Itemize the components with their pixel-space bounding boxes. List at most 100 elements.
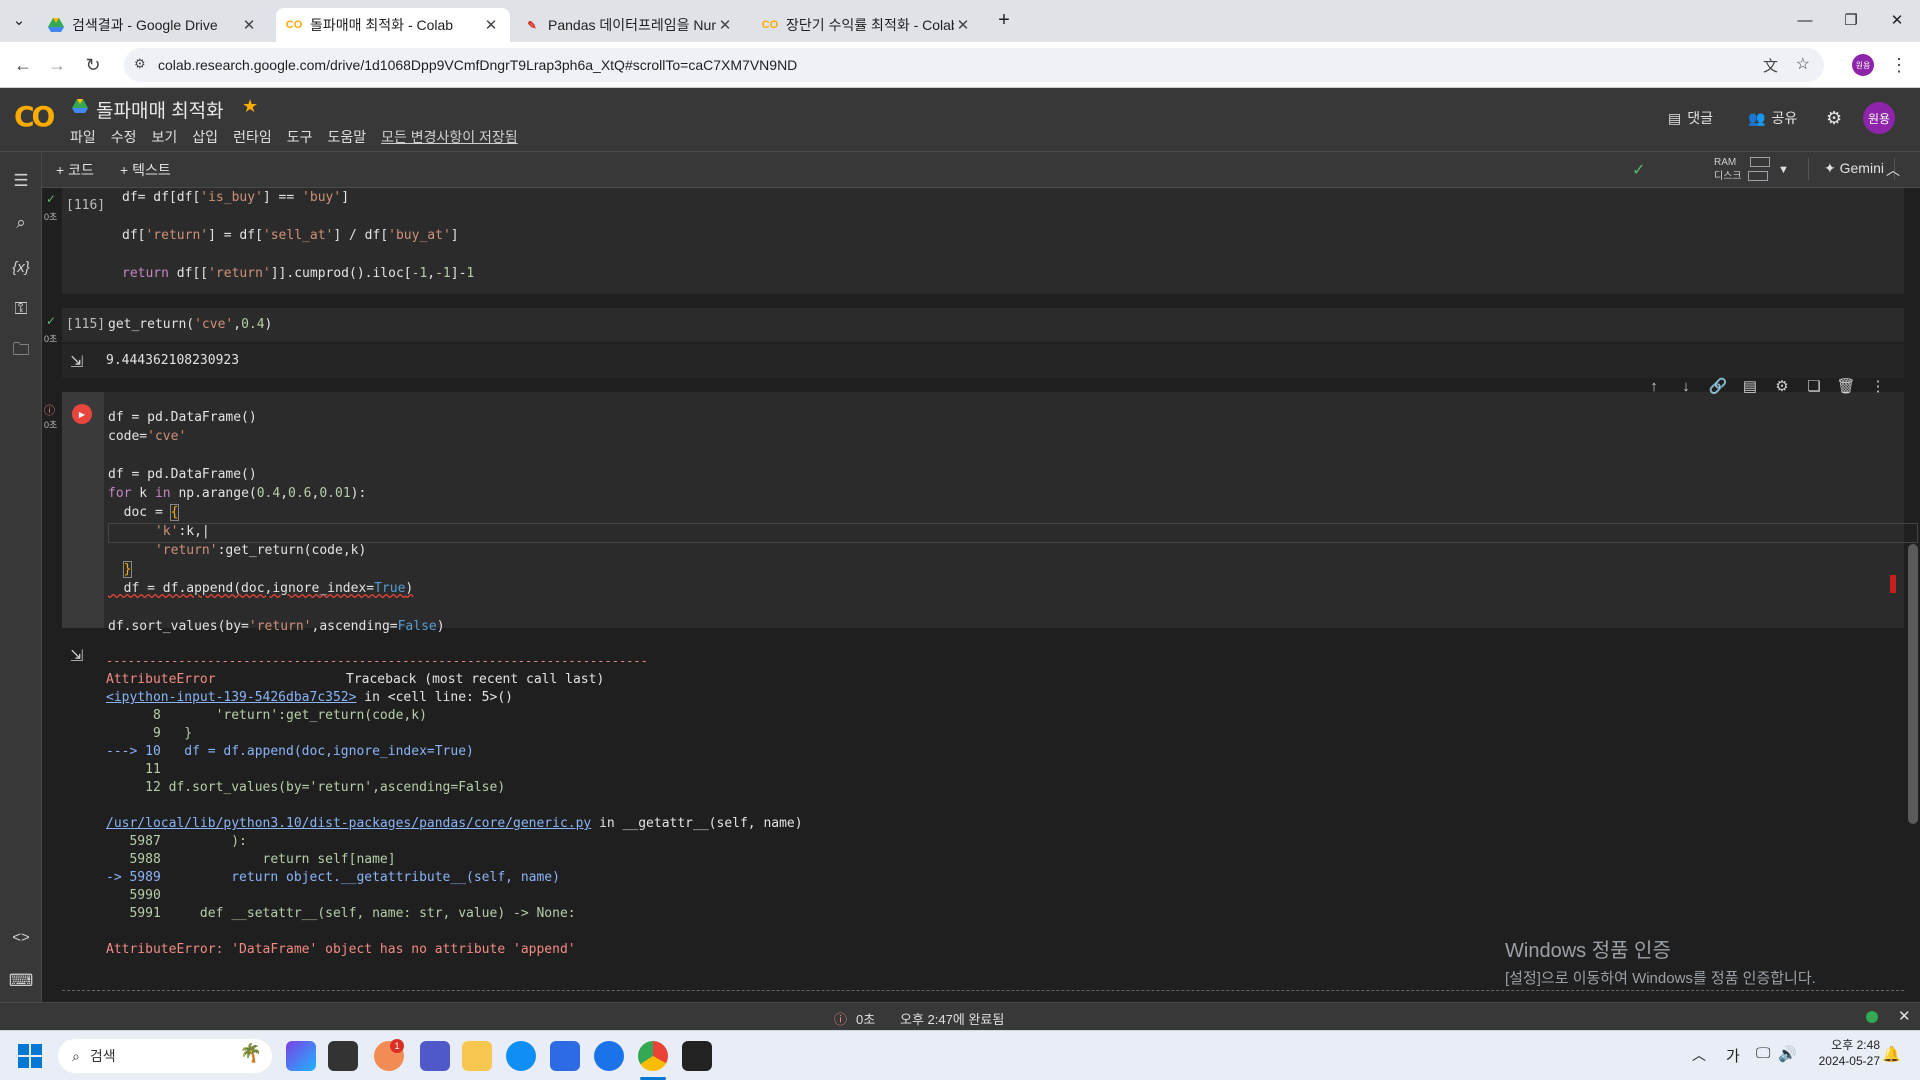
- store-icon[interactable]: [550, 1041, 580, 1071]
- menu-file[interactable]: 파일: [70, 127, 96, 147]
- bookmark-star-icon[interactable]: ☆: [1796, 54, 1810, 74]
- close-status-icon[interactable]: ✕: [1898, 1007, 1911, 1025]
- menu-help[interactable]: 도움말: [327, 127, 366, 147]
- code-line[interactable]: return df[['return']].cumprod().iloc[-1,…: [122, 266, 474, 281]
- toc-icon[interactable]: ☰: [8, 168, 34, 194]
- save-status[interactable]: 모든 변경사항이 저장됨: [381, 127, 518, 147]
- app-icon[interactable]: [594, 1041, 624, 1071]
- output-toggle-icon[interactable]: ⇲: [70, 352, 83, 372]
- gemini-button[interactable]: ✦ Gemini: [1824, 160, 1884, 177]
- code-line[interactable]: for k in np.arange(0.4,0.6,0.01):: [108, 486, 366, 501]
- menu-view[interactable]: 보기: [152, 127, 178, 147]
- url-input[interactable]: ⚙ colab.research.google.com/drive/1d1068…: [124, 48, 1824, 82]
- key-icon[interactable]: ⚿: [8, 296, 34, 322]
- new-tab-button[interactable]: +: [986, 0, 1022, 40]
- add-code-button[interactable]: + 코드: [56, 160, 94, 180]
- ipython-input-link[interactable]: <ipython-input-139-5426dba7c352>: [106, 690, 356, 705]
- minimize-icon[interactable]: —: [1782, 0, 1828, 40]
- move-down-icon[interactable]: ↓: [1676, 376, 1696, 396]
- network-icon[interactable]: 🖵: [1756, 1045, 1770, 1062]
- reload-icon[interactable]: ↻: [78, 50, 108, 80]
- notebook-title[interactable]: 돌파매매 최적화: [96, 96, 224, 123]
- tab-colab-active[interactable]: CO 돌파매매 최적화 - Colab ✕: [276, 8, 510, 42]
- code-line[interactable]: get_return('cve',0.4): [108, 317, 272, 332]
- code-line[interactable]: df['return'] = df['sell_at'] / df['buy_a…: [122, 228, 459, 243]
- run-cell-icon[interactable]: ▶: [72, 404, 92, 424]
- notebook-area[interactable]: ✓ 0초 [116] df= df[df['is_buy'] == 'buy']…: [42, 188, 1920, 1000]
- variables-icon[interactable]: {x}: [8, 254, 34, 280]
- close-tab-icon[interactable]: ✕: [482, 16, 500, 34]
- more-icon[interactable]: ⋮: [1868, 376, 1888, 396]
- chrome-icon[interactable]: [638, 1041, 668, 1071]
- elapsed-time[interactable]: 0초: [856, 1009, 875, 1028]
- menu-runtime[interactable]: 런타임: [233, 127, 272, 147]
- ram-disk-indicator[interactable]: RAM 디스크: [1714, 156, 1771, 184]
- file-manager-icon[interactable]: [328, 1041, 358, 1071]
- profile-avatar[interactable]: 원용: [1852, 54, 1874, 76]
- menu-insert[interactable]: 삽입: [192, 127, 218, 147]
- settings-gear-icon[interactable]: ⚙: [1826, 108, 1842, 129]
- tab-colab-2[interactable]: CO 장단기 수익률 최적화 - Colab ✕: [752, 8, 982, 42]
- code-line[interactable]: df= df[df['is_buy'] == 'buy']: [122, 190, 349, 205]
- teams-icon[interactable]: [420, 1041, 450, 1071]
- code-line[interactable]: code='cve': [108, 429, 186, 444]
- code-line[interactable]: doc = {: [108, 504, 180, 521]
- code-cell-115[interactable]: [62, 308, 1904, 342]
- edge-icon[interactable]: [506, 1041, 536, 1071]
- avatar[interactable]: 원용: [1863, 102, 1895, 134]
- code-line-error[interactable]: df = df.append(doc,ignore_index=True): [108, 581, 414, 596]
- copilot-icon[interactable]: [286, 1041, 316, 1071]
- video-app-icon[interactable]: [682, 1041, 712, 1071]
- output-toggle-icon[interactable]: ⇲: [70, 646, 83, 666]
- cell-settings-icon[interactable]: ⚙: [1772, 376, 1792, 396]
- folder-icon[interactable]: [462, 1041, 492, 1071]
- comment-icon[interactable]: ▤: [1740, 376, 1760, 396]
- menu-edit[interactable]: 수정: [111, 127, 137, 147]
- forward-icon[interactable]: →: [42, 50, 72, 80]
- command-palette-icon[interactable]: ⌨: [8, 968, 34, 994]
- move-up-icon[interactable]: ↑: [1644, 376, 1664, 396]
- close-tab-icon[interactable]: ✕: [954, 16, 972, 34]
- close-tab-icon[interactable]: ✕: [716, 16, 734, 34]
- code-line[interactable]: }: [108, 561, 133, 578]
- collapse-header-icon[interactable]: ︿: [1886, 160, 1900, 180]
- generic-py-link[interactable]: /usr/local/lib/python3.10/dist-packages/…: [106, 816, 591, 831]
- tray-overflow-icon[interactable]: ︿: [1692, 1045, 1706, 1065]
- site-settings-icon[interactable]: ⚙: [134, 56, 146, 72]
- taskbar-search[interactable]: ⌕ 검색 🌴: [58, 1039, 272, 1073]
- volume-icon[interactable]: 🔊: [1778, 1045, 1797, 1063]
- add-text-button[interactable]: + 텍스트: [120, 160, 171, 180]
- notebook-scrollbar[interactable]: [1908, 544, 1918, 824]
- link-icon[interactable]: 🔗: [1708, 376, 1728, 396]
- search-icon[interactable]: ⌕: [8, 210, 34, 236]
- restore-icon[interactable]: ❐: [1828, 0, 1874, 40]
- back-icon[interactable]: ←: [8, 50, 38, 80]
- delete-icon[interactable]: 🗑: [1836, 376, 1856, 396]
- tab-search-icon[interactable]: ⌄: [0, 0, 38, 40]
- input-language[interactable]: 가: [1726, 1045, 1740, 1066]
- share-button[interactable]: 👥 공유: [1748, 108, 1797, 128]
- translate-icon[interactable]: 文: [1763, 55, 1778, 76]
- comments-button[interactable]: ▤ 댓글: [1668, 108, 1713, 128]
- code-line[interactable]: 'k':k,|: [108, 524, 210, 539]
- close-window-icon[interactable]: ✕: [1874, 0, 1920, 40]
- mirror-cell-icon[interactable]: ❏: [1804, 376, 1824, 396]
- code-line[interactable]: 'return':get_return(code,k): [108, 543, 366, 558]
- completed-status[interactable]: 오후 2:47에 완료됨: [900, 1009, 1004, 1028]
- menu-tools[interactable]: 도구: [287, 127, 313, 147]
- code-line[interactable]: df = pd.DataFrame(): [108, 467, 257, 482]
- colab-logo[interactable]: CO: [14, 100, 55, 133]
- clock[interactable]: 오후 2:48 2024-05-27: [1819, 1037, 1880, 1069]
- close-tab-icon[interactable]: ✕: [240, 16, 258, 34]
- star-icon[interactable]: ★: [242, 96, 258, 117]
- code-line[interactable]: df = pd.DataFrame(): [108, 410, 257, 425]
- tab-pandas[interactable]: ✎ Pandas 데이터프레임을 NumP ✕: [514, 8, 744, 42]
- notification-bell-icon[interactable]: 🔔: [1882, 1045, 1901, 1063]
- folder-icon[interactable]: 🗀: [8, 338, 34, 364]
- browser-menu-icon[interactable]: ⋮: [1884, 50, 1914, 80]
- tab-google-drive[interactable]: 검색결과 - Google Drive ✕: [38, 8, 268, 42]
- windows-start-icon[interactable]: [18, 1044, 42, 1068]
- code-line[interactable]: df.sort_values(by='return',ascending=Fal…: [108, 619, 445, 634]
- runtime-dropdown-icon[interactable]: ▼: [1778, 164, 1789, 176]
- code-snippets-icon[interactable]: <>: [8, 924, 34, 950]
